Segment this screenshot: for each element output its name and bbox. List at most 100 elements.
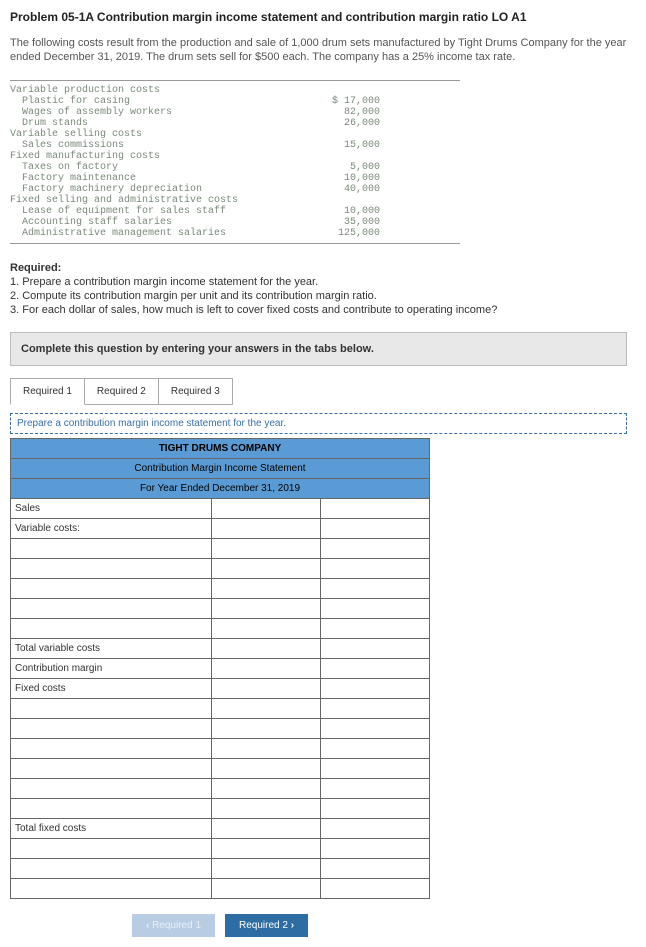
table-row <box>11 719 430 739</box>
row-value-cell[interactable] <box>320 499 429 519</box>
row-value-cell[interactable] <box>211 759 320 779</box>
row-label-cell[interactable] <box>11 599 212 619</box>
table-row: Fixed costs <box>11 679 430 699</box>
row-value-cell[interactable] <box>320 559 429 579</box>
cost-group-header: Fixed manufacturing costs <box>10 151 460 162</box>
required-heading: Required: <box>10 262 636 274</box>
table-row: Total fixed costs <box>11 819 430 839</box>
required-item-1: 1. Prepare a contribution margin income … <box>10 275 636 289</box>
row-value-cell[interactable] <box>320 719 429 739</box>
row-label-cell[interactable] <box>11 559 212 579</box>
row-value-cell[interactable] <box>320 879 429 899</box>
next-label: Required 2 <box>239 920 288 931</box>
prev-button[interactable]: ‹ Required 1 <box>132 914 215 937</box>
cost-row: Administrative management salaries125,00… <box>10 228 460 239</box>
cost-row: Factory machinery depreciation40,000 <box>10 184 460 195</box>
row-value-cell[interactable] <box>211 579 320 599</box>
nav-buttons: ‹ Required 1 Required 2 › <box>10 914 430 937</box>
problem-intro: The following costs result from the prod… <box>10 36 636 65</box>
row-value-cell[interactable] <box>211 559 320 579</box>
cost-row: Drum stands26,000 <box>10 118 460 129</box>
prev-label: Required 1 <box>152 920 201 931</box>
row-label-cell[interactable] <box>11 799 212 819</box>
row-value-cell[interactable] <box>320 779 429 799</box>
row-value-cell[interactable] <box>320 799 429 819</box>
row-label-cell[interactable] <box>11 719 212 739</box>
cost-row: Plastic for casing$ 17,000 <box>10 96 460 107</box>
row-label-cell[interactable] <box>11 539 212 559</box>
row-value-cell[interactable] <box>211 839 320 859</box>
row-value-cell[interactable] <box>320 619 429 639</box>
row-value-cell[interactable] <box>211 639 320 659</box>
table-row <box>11 739 430 759</box>
row-value-cell[interactable] <box>320 759 429 779</box>
cost-row: Wages of assembly workers82,000 <box>10 107 460 118</box>
row-value-cell[interactable] <box>211 699 320 719</box>
row-label-cell[interactable] <box>11 579 212 599</box>
row-label-cell[interactable]: Fixed costs <box>11 679 212 699</box>
row-label-cell[interactable] <box>11 619 212 639</box>
next-button[interactable]: Required 2 › <box>225 914 308 937</box>
row-label-cell[interactable] <box>11 879 212 899</box>
row-value-cell[interactable] <box>211 619 320 639</box>
row-value-cell[interactable] <box>211 719 320 739</box>
row-value-cell[interactable] <box>320 819 429 839</box>
row-value-cell[interactable] <box>211 879 320 899</box>
table-row: Contribution margin <box>11 659 430 679</box>
row-value-cell[interactable] <box>211 819 320 839</box>
row-label-cell[interactable] <box>11 779 212 799</box>
cost-group-header: Variable selling costs <box>10 129 460 140</box>
row-value-cell[interactable] <box>320 639 429 659</box>
row-value-cell[interactable] <box>320 599 429 619</box>
row-value-cell[interactable] <box>320 519 429 539</box>
table-row <box>11 799 430 819</box>
table-row: Total variable costs <box>11 639 430 659</box>
row-label-cell[interactable]: Total fixed costs <box>11 819 212 839</box>
row-value-cell[interactable] <box>211 739 320 759</box>
chevron-right-icon: › <box>291 920 294 931</box>
row-value-cell[interactable] <box>211 779 320 799</box>
row-label-cell[interactable] <box>11 699 212 719</box>
tab-required-2[interactable]: Required 2 <box>84 378 159 405</box>
chevron-left-icon: ‹ <box>146 920 149 931</box>
row-value-cell[interactable] <box>320 699 429 719</box>
row-label-cell[interactable] <box>11 739 212 759</box>
row-value-cell[interactable] <box>211 859 320 879</box>
row-value-cell[interactable] <box>211 659 320 679</box>
cost-row: Lease of equipment for sales staff10,000 <box>10 206 460 217</box>
row-value-cell[interactable] <box>211 499 320 519</box>
row-label-cell[interactable]: Variable costs: <box>11 519 212 539</box>
row-value-cell[interactable] <box>320 839 429 859</box>
instruction-bar: Complete this question by entering your … <box>10 332 627 366</box>
required-item-3: 3. For each dollar of sales, how much is… <box>10 303 636 317</box>
row-label-cell[interactable]: Total variable costs <box>11 639 212 659</box>
row-label-cell[interactable]: Sales <box>11 499 212 519</box>
tab-prompt: Prepare a contribution margin income sta… <box>10 413 627 434</box>
row-value-cell[interactable] <box>211 519 320 539</box>
row-value-cell[interactable] <box>320 539 429 559</box>
table-row: Variable costs: <box>11 519 430 539</box>
cost-row: Taxes on factory5,000 <box>10 162 460 173</box>
sheet-period: For Year Ended December 31, 2019 <box>11 479 430 499</box>
row-label-cell[interactable] <box>11 759 212 779</box>
row-label-cell[interactable]: Contribution margin <box>11 659 212 679</box>
sheet-title: Contribution Margin Income Statement <box>11 459 430 479</box>
income-statement-table: TIGHT DRUMS COMPANY Contribution Margin … <box>10 438 430 899</box>
row-value-cell[interactable] <box>211 599 320 619</box>
table-row <box>11 839 430 859</box>
row-value-cell[interactable] <box>320 739 429 759</box>
tab-required-1[interactable]: Required 1 <box>10 378 85 405</box>
row-value-cell[interactable] <box>320 679 429 699</box>
row-label-cell[interactable] <box>11 859 212 879</box>
table-row <box>11 879 430 899</box>
row-value-cell[interactable] <box>320 579 429 599</box>
table-row <box>11 539 430 559</box>
sheet-company: TIGHT DRUMS COMPANY <box>11 439 430 459</box>
row-value-cell[interactable] <box>211 539 320 559</box>
row-value-cell[interactable] <box>320 659 429 679</box>
tab-required-3[interactable]: Required 3 <box>158 378 233 405</box>
row-value-cell[interactable] <box>211 799 320 819</box>
row-label-cell[interactable] <box>11 839 212 859</box>
row-value-cell[interactable] <box>320 859 429 879</box>
row-value-cell[interactable] <box>211 679 320 699</box>
